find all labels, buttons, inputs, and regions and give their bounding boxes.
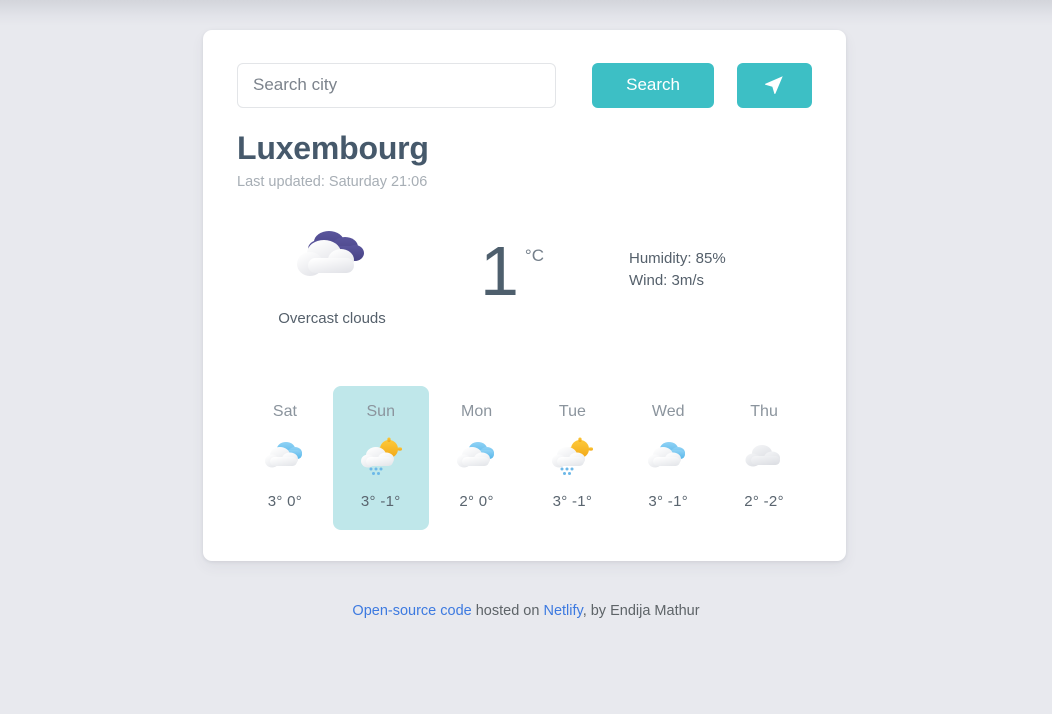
temperature-unit: °C xyxy=(524,246,544,265)
forecast-day-label: Sun xyxy=(366,403,395,420)
wind-text: Wind: 3m/s xyxy=(629,272,705,290)
current-condition-block: Overcast clouds xyxy=(237,222,417,327)
footer-mid-text: hosted on xyxy=(471,603,544,619)
forecast-day-wed[interactable]: Wed 3° -1° xyxy=(620,386,716,530)
sun-cloud-sleet-icon xyxy=(550,437,594,477)
overcast-grey-cloud-icon xyxy=(742,437,786,477)
current-weather-section: Overcast clouds 1 °C Humidity: 85% Wind:… xyxy=(237,222,812,342)
forecast-day-mon[interactable]: Mon 2° 0° xyxy=(429,386,525,530)
footer-tail-text: , by Endija Mathur xyxy=(582,603,700,619)
forecast-row: Sat 3° 0° Sun 3° -1° Mon 2° 0° Tue 3° -1… xyxy=(237,386,812,530)
forecast-temps: 2° -2° xyxy=(744,493,784,510)
forecast-temps: 3° -1° xyxy=(360,493,401,510)
forecast-temps: 3° 0° xyxy=(267,493,303,510)
navigation-arrow-icon xyxy=(763,74,785,96)
forecast-day-sat[interactable]: Sat 3° 0° xyxy=(237,386,333,530)
forecast-day-label: Tue xyxy=(558,403,586,420)
humidity-text: Humidity: 85% xyxy=(629,250,726,267)
open-source-code-link[interactable]: Open-source code xyxy=(352,603,471,619)
forecast-day-sun[interactable]: Sun 3° -1° xyxy=(332,386,429,530)
search-input[interactable] xyxy=(237,62,557,108)
geolocate-button[interactable] xyxy=(736,62,812,108)
overcast-clouds-icon xyxy=(293,222,371,288)
search-button[interactable]: Search xyxy=(592,62,714,108)
current-details-block: Humidity: 85% Wind: 3m/s xyxy=(607,222,726,292)
netlify-link[interactable]: Netlify xyxy=(543,603,582,619)
sun-cloud-sleet-icon xyxy=(359,437,403,477)
forecast-day-label: Wed xyxy=(651,403,685,420)
forecast-day-thu[interactable]: Thu 2° -2° xyxy=(716,386,812,530)
weather-card: Search Luxembourg Last updated: Saturday… xyxy=(203,30,846,561)
forecast-temps: 3° -1° xyxy=(552,493,593,510)
forecast-day-label: Sat xyxy=(272,403,297,420)
broken-clouds-icon xyxy=(646,437,690,477)
forecast-day-label: Thu xyxy=(750,403,778,420)
page-title: Luxembourg xyxy=(237,130,429,166)
current-temperature-block: 1 °C xyxy=(417,222,607,305)
broken-clouds-icon xyxy=(263,437,307,477)
forecast-day-tue[interactable]: Tue 3° -1° xyxy=(524,386,620,530)
app-page: Search Luxembourg Last updated: Saturday… xyxy=(0,0,1052,714)
footer: Open-source code hosted on Netlify, by E… xyxy=(0,603,1052,619)
search-row: Search xyxy=(237,62,812,108)
temperature-value: 1 xyxy=(479,232,519,310)
last-updated-text: Last updated: Saturday 21:06 xyxy=(237,174,428,190)
forecast-temps: 2° 0° xyxy=(459,493,494,510)
current-condition-label: Overcast clouds xyxy=(278,310,386,327)
forecast-temps: 3° -1° xyxy=(648,493,689,510)
forecast-day-label: Mon xyxy=(461,403,493,420)
broken-clouds-icon xyxy=(455,437,499,477)
